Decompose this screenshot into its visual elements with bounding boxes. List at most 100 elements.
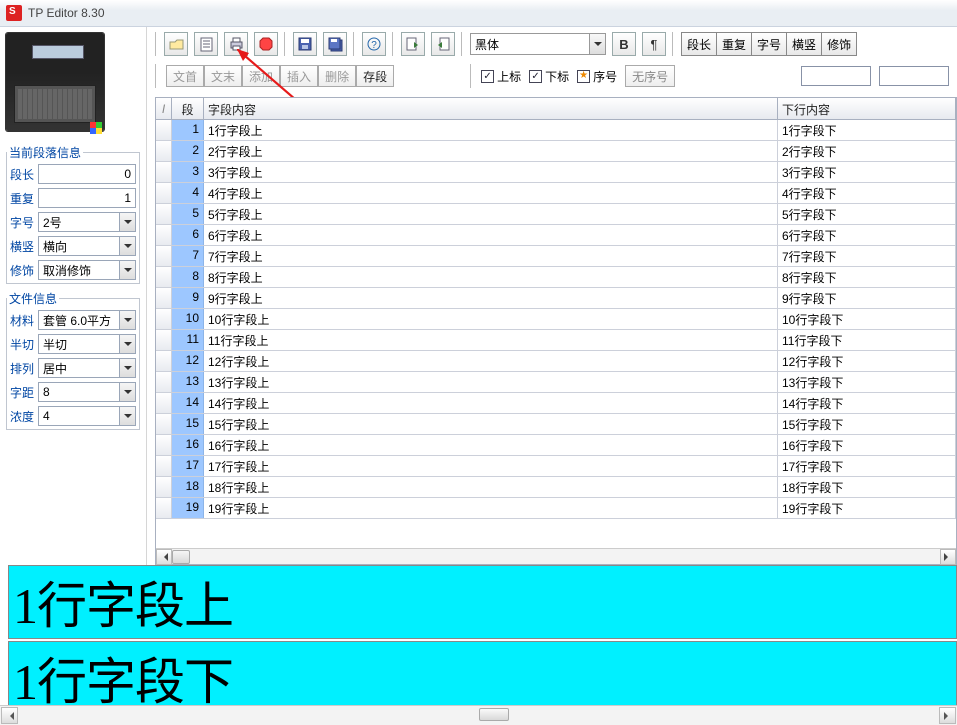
stop-button[interactable] <box>254 32 278 56</box>
col-num-header[interactable]: 段号 <box>172 98 204 119</box>
chevron-down-icon[interactable] <box>119 359 135 377</box>
cell-lower[interactable]: 19行字段下 <box>778 498 956 518</box>
table-row[interactable]: 88行字段上8行字段下 <box>156 267 956 288</box>
cell-upper[interactable]: 7行字段上 <box>204 246 778 266</box>
cell-upper[interactable]: 11行字段上 <box>204 330 778 350</box>
col-lower-header[interactable]: 下行内容 <box>778 98 956 119</box>
cell-upper[interactable]: 1行字段上 <box>204 120 778 140</box>
material-select[interactable]: 套管 6.0平方 <box>38 310 136 330</box>
cell-upper[interactable]: 6行字段上 <box>204 225 778 245</box>
cell-upper[interactable]: 8行字段上 <box>204 267 778 287</box>
col-upper-header[interactable]: 字段内容 <box>204 98 778 119</box>
help-button[interactable]: ? <box>362 32 386 56</box>
orientation-select[interactable]: 横向 <box>38 236 136 256</box>
cell-upper[interactable]: 19行字段上 <box>204 498 778 518</box>
table-row[interactable]: 44行字段上4行字段下 <box>156 183 956 204</box>
group-seglen-button[interactable]: 段长 <box>682 33 717 55</box>
cell-lower[interactable]: 10行字段下 <box>778 309 956 329</box>
export1-button[interactable] <box>401 32 425 56</box>
cell-upper[interactable]: 9行字段上 <box>204 288 778 308</box>
cell-lower[interactable]: 15行字段下 <box>778 414 956 434</box>
chevron-down-icon[interactable] <box>589 34 605 54</box>
scroll-left-icon[interactable] <box>1 707 18 724</box>
cell-lower[interactable]: 18行字段下 <box>778 477 956 497</box>
repeat-input[interactable]: 1 <box>38 188 136 208</box>
font-select[interactable]: 黑体 <box>470 33 606 55</box>
print-button[interactable] <box>224 32 248 56</box>
fontsize-select[interactable]: 2号 <box>38 212 136 232</box>
table-row[interactable]: 1818行字段上18行字段下 <box>156 477 956 498</box>
table-row[interactable]: 22行字段上2行字段下 <box>156 141 956 162</box>
scroll-left-icon[interactable] <box>156 549 172 565</box>
cell-lower[interactable]: 2行字段下 <box>778 141 956 161</box>
number-input-b[interactable] <box>879 66 949 86</box>
cell-lower[interactable]: 8行字段下 <box>778 267 956 287</box>
cell-upper[interactable]: 2行字段上 <box>204 141 778 161</box>
save-button[interactable] <box>293 32 317 56</box>
cell-upper[interactable]: 14行字段上 <box>204 393 778 413</box>
table-row[interactable]: 1212行字段上12行字段下 <box>156 351 956 372</box>
cell-lower[interactable]: 16行字段下 <box>778 435 956 455</box>
cell-upper[interactable]: 16行字段上 <box>204 435 778 455</box>
table-row[interactable]: 55行字段上5行字段下 <box>156 204 956 225</box>
grid-h-scrollbar[interactable] <box>156 548 956 564</box>
sequence-check[interactable]: ★序号 <box>577 68 617 85</box>
spacing-select[interactable]: 8 <box>38 382 136 402</box>
cell-lower[interactable]: 17行字段下 <box>778 456 956 476</box>
table-row[interactable]: 1010行字段上10行字段下 <box>156 309 956 330</box>
number-input-a[interactable] <box>801 66 871 86</box>
export2-button[interactable] <box>431 32 455 56</box>
decorate-select[interactable]: 取消修饰 <box>38 260 136 280</box>
table-row[interactable]: 1616行字段上16行字段下 <box>156 435 956 456</box>
new-button[interactable] <box>194 32 218 56</box>
delete-button[interactable]: 删除 <box>318 65 356 87</box>
cell-lower[interactable]: 3行字段下 <box>778 162 956 182</box>
chevron-down-icon[interactable] <box>119 237 135 255</box>
cell-upper[interactable]: 15行字段上 <box>204 414 778 434</box>
cell-lower[interactable]: 13行字段下 <box>778 372 956 392</box>
table-row[interactable]: 99行字段上9行字段下 <box>156 288 956 309</box>
cell-upper[interactable]: 12行字段上 <box>204 351 778 371</box>
bold-button[interactable]: B <box>612 32 636 56</box>
chevron-down-icon[interactable] <box>119 335 135 353</box>
cell-lower[interactable]: 11行字段下 <box>778 330 956 350</box>
scroll-thumb[interactable] <box>479 708 509 721</box>
chevron-down-icon[interactable] <box>119 311 135 329</box>
table-row[interactable]: 1717行字段上17行字段下 <box>156 456 956 477</box>
superscript-check[interactable]: 上标 <box>481 68 521 85</box>
chevron-down-icon[interactable] <box>119 213 135 231</box>
cell-upper[interactable]: 17行字段上 <box>204 456 778 476</box>
saveall-button[interactable] <box>323 32 347 56</box>
cell-lower[interactable]: 1行字段下 <box>778 120 956 140</box>
halfcut-select[interactable]: 半切 <box>38 334 136 354</box>
cell-upper[interactable]: 18行字段上 <box>204 477 778 497</box>
cell-lower[interactable]: 12行字段下 <box>778 351 956 371</box>
density-select[interactable]: 4 <box>38 406 136 426</box>
group-decorate-button[interactable]: 修饰 <box>822 33 856 55</box>
cell-upper[interactable]: 4行字段上 <box>204 183 778 203</box>
scroll-track[interactable] <box>19 706 938 725</box>
align-select[interactable]: 居中 <box>38 358 136 378</box>
seglen-input[interactable]: 0 <box>38 164 136 184</box>
table-row[interactable]: 1111行字段上11行字段下 <box>156 330 956 351</box>
group-fontsize-button[interactable]: 字号 <box>752 33 787 55</box>
group-repeat-button[interactable]: 重复 <box>717 33 752 55</box>
doc-head-button[interactable]: 文首 <box>166 65 204 87</box>
cell-upper[interactable]: 5行字段上 <box>204 204 778 224</box>
scroll-thumb[interactable] <box>172 550 190 564</box>
save-segment-button[interactable]: 存段 <box>356 65 394 87</box>
cell-lower[interactable]: 14行字段下 <box>778 393 956 413</box>
cell-lower[interactable]: 9行字段下 <box>778 288 956 308</box>
group-orientation-button[interactable]: 横竖 <box>787 33 822 55</box>
add-button[interactable]: 添加 <box>242 65 280 87</box>
table-row[interactable]: 1919行字段上19行字段下 <box>156 498 956 519</box>
table-row[interactable]: 11行字段上1行字段下 <box>156 120 956 141</box>
doc-tail-button[interactable]: 文末 <box>204 65 242 87</box>
subscript-check[interactable]: 下标 <box>529 68 569 85</box>
table-row[interactable]: 1414行字段上14行字段下 <box>156 393 956 414</box>
cell-upper[interactable]: 10行字段上 <box>204 309 778 329</box>
insert-button[interactable]: 插入 <box>280 65 318 87</box>
cell-lower[interactable]: 7行字段下 <box>778 246 956 266</box>
open-button[interactable] <box>164 32 188 56</box>
main-h-scrollbar[interactable] <box>0 705 957 725</box>
